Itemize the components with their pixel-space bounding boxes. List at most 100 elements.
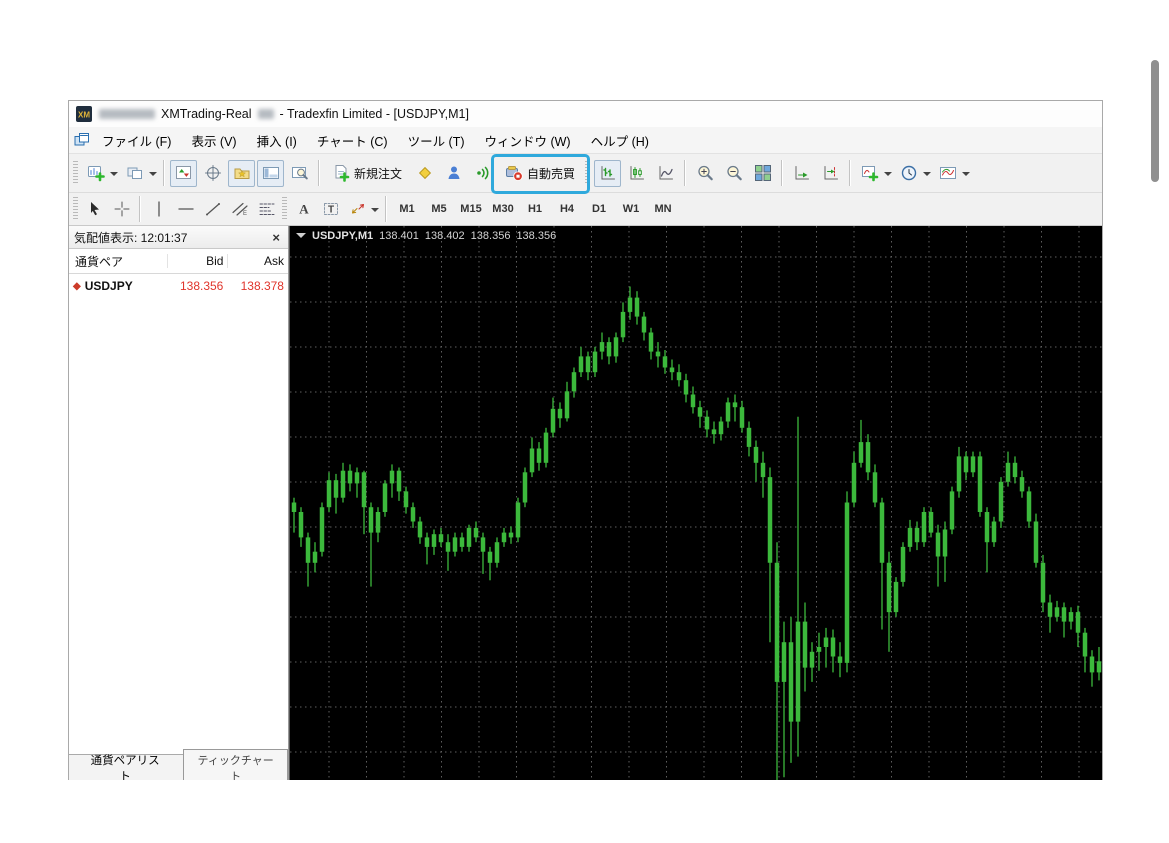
timeframe-m30-button[interactable]: M30 [488,198,518,221]
vline-icon [150,200,168,218]
column-bid[interactable]: Bid [166,254,228,268]
column-symbol[interactable]: 通貨ペア [69,253,167,270]
chart-shift-toggle[interactable] [817,160,844,187]
zoom-out-button[interactable] [720,160,747,187]
menu-view[interactable]: 表示 (V) [182,128,245,153]
toolbar-grip[interactable] [73,161,78,185]
periods-icon [900,164,918,182]
chart-window-icon[interactable] [73,131,91,149]
toolbar-grip[interactable] [282,197,287,221]
new-order-button[interactable]: 新規注文 [325,160,409,187]
dropdown-caret-icon[interactable] [371,208,379,216]
templates-button[interactable] [934,160,961,187]
profiles-button[interactable] [121,160,148,187]
chart-open-value: 138.401 [379,230,419,242]
signals-button[interactable] [469,160,496,187]
arrows-button[interactable] [345,197,370,222]
indicators-button[interactable] [856,160,883,187]
timeframe-m1-button[interactable]: M1 [392,198,422,221]
profiles-icon [126,164,144,182]
timeframe-h4-button[interactable]: H4 [552,198,582,221]
new-chart-button[interactable] [82,160,109,187]
periods-button[interactable] [895,160,922,187]
timeframe-mn-button[interactable]: MN [648,198,678,221]
toolbar-separator [385,196,387,222]
line-studies-toolbar: E A T M1 M5 M15 M30 H1 H4 D1 W1 MN [69,193,1102,226]
strategy-tester-button[interactable] [286,160,313,187]
toolbar-separator [318,160,320,186]
signals-icon [474,164,492,182]
menu-help[interactable]: ヘルプ (H) [582,128,658,153]
fibonacci-icon [258,200,276,218]
terminal-toggle[interactable] [257,159,284,187]
new-chart-icon [87,164,105,182]
svg-text:E: E [243,211,247,217]
title-rest: - Tradexfin Limited - [USDJPY,M1] [279,107,469,121]
trendline-button[interactable] [200,197,225,222]
auto-scroll-toggle[interactable] [788,160,815,187]
horizontal-line-button[interactable] [173,197,198,222]
chart-line-icon [657,164,675,182]
page-scrollbar[interactable] [1151,60,1159,182]
toolbar-grip[interactable] [73,197,78,221]
autotrading-icon [505,164,523,182]
fibonacci-button[interactable] [254,197,279,222]
equidistant-channel-button[interactable]: E [227,197,252,222]
timeframe-h1-button[interactable]: H1 [520,198,550,221]
mql5-community-button[interactable] [440,160,467,187]
market-watch-icon [175,164,193,182]
timeframe-w1-button[interactable]: W1 [616,198,646,221]
dropdown-caret-icon[interactable] [884,172,893,180]
close-icon[interactable]: × [269,230,283,245]
tab-tick-chart[interactable]: ティックチャート [183,748,288,780]
text-tool-button[interactable]: A [291,197,316,222]
market-watch-panel: 気配値表示: 12:01:37 × 通貨ペア Bid Ask ◆ USDJPY … [69,226,289,780]
chart-panel[interactable]: USDJPY,M1 138.401 138.402 138.356 138.35… [289,226,1102,780]
text-label-button[interactable]: T [318,197,343,222]
timeframe-m15-button[interactable]: M15 [456,198,486,221]
data-window-button[interactable] [199,160,226,187]
column-ask[interactable]: Ask [227,254,288,268]
candlestick-chart[interactable] [290,226,1103,780]
market-watch-toggle[interactable] [170,159,197,187]
dropdown-caret-icon[interactable] [149,172,157,180]
dropdown-caret-icon[interactable] [962,172,971,180]
tab-symbols-list[interactable]: 通貨ペアリスト [81,751,169,781]
autotrading-label: 自動売買 [527,166,576,181]
indicators-icon [861,164,879,182]
crosshair-button[interactable] [109,197,134,222]
menu-insert[interactable]: 挿入 (I) [248,128,306,153]
menu-tools[interactable]: ツール (T) [399,128,474,153]
toolbar-grip[interactable] [585,161,591,185]
timeframe-d1-button[interactable]: D1 [584,198,614,221]
dropdown-caret-icon[interactable] [923,172,932,180]
chart-collapse-triangle-icon[interactable] [296,233,306,243]
menu-charts[interactable]: チャート (C) [308,128,397,153]
dropdown-caret-icon[interactable] [110,172,118,180]
standard-toolbar: 新規注文 自動売買 [69,153,1102,194]
cursor-button[interactable] [82,197,107,222]
zoom-out-icon [725,164,743,182]
chart-ohlc-header: USDJPY,M1 138.401 138.402 138.356 138.35… [296,229,556,243]
zoom-in-button[interactable] [691,160,718,187]
autotrading-button[interactable]: 自動売買 [498,160,582,187]
market-watch-tabs: 通貨ペアリスト ティックチャート [69,748,288,781]
menu-window[interactable]: ウィンドウ (W) [476,128,580,153]
tile-windows-button[interactable] [749,160,776,187]
symbol-row-usdjpy[interactable]: ◆ USDJPY 138.356 138.378 [69,274,288,298]
menu-file[interactable]: ファイル (F) [93,128,180,153]
metaeditor-button[interactable] [411,160,438,187]
arrows-icon [349,200,367,218]
title-bar: XM XMTrading-Real - Tradexfin Limited - … [69,101,1102,127]
ask-value: 138.378 [240,279,284,293]
chart-candles-button[interactable] [623,160,650,187]
auto-scroll-icon [793,164,811,182]
hline-icon [177,200,195,218]
app-logo-icon: XM [75,105,93,123]
navigator-toggle[interactable] [228,159,255,187]
timeframe-m5-button[interactable]: M5 [424,198,454,221]
vertical-line-button[interactable] [146,197,171,222]
mql5-community-icon [445,164,463,182]
chart-line-button[interactable] [652,160,679,187]
chart-bars-button[interactable] [594,159,622,187]
